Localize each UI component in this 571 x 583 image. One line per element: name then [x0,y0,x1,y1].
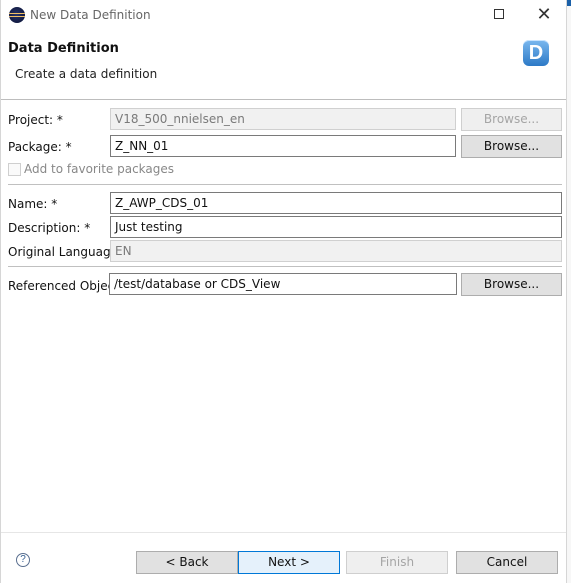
description-label: Description: * [8,221,91,235]
form-divider-top [8,184,562,185]
package-label: Package: * [8,140,72,154]
name-input[interactable]: Z_AWP_CDS_01 [110,192,562,214]
project-field: V18_500_nnielsen_en [110,108,456,130]
data-definition-icon: D [523,40,549,66]
background-window-accent [567,0,571,6]
header-divider [1,99,566,100]
help-icon[interactable]: ? [16,553,30,567]
finish-button: Finish [346,551,448,574]
checkbox-box [8,163,21,176]
package-input[interactable]: Z_NN_01 [110,135,456,157]
form-divider-bottom [8,266,562,267]
close-button[interactable]: ✕ [522,1,566,29]
maximize-icon [494,9,504,19]
original-language-label: Original Language: [8,245,123,259]
close-icon: ✕ [536,4,552,25]
name-label: Name: * [8,197,58,211]
favorite-packages-checkbox: Add to favorite packages [8,162,228,178]
cancel-button[interactable]: Cancel [456,551,558,574]
wizard-header: Data Definition Create a data definition… [1,30,566,99]
referenced-object-input[interactable]: /test/database or CDS_View [109,273,457,295]
window-titlebar: New Data Definition ✕ [1,0,566,30]
favorite-packages-label: Add to favorite packages [24,162,175,176]
maximize-button[interactable] [477,1,521,29]
minimize-button[interactable] [432,1,476,29]
footer-divider [1,532,566,533]
project-browse-button: Browse... [461,108,562,131]
back-button[interactable]: < Back [136,551,238,574]
new-data-definition-dialog: New Data Definition ✕ Data Definition Cr… [0,0,567,583]
original-language-field: EN [110,240,562,262]
next-button[interactable]: Next > [238,551,340,574]
page-title: Data Definition [8,41,119,56]
project-label: Project: * [8,113,63,127]
eclipse-icon [9,7,25,23]
page-description: Create a data definition [15,67,158,81]
referenced-object-browse-button[interactable]: Browse... [461,273,562,296]
referenced-object-label: Referenced Object: [8,279,123,293]
minimize-icon [449,14,459,15]
package-browse-button[interactable]: Browse... [461,135,562,158]
background-window-strip [567,0,571,583]
window-title: New Data Definition [30,8,151,22]
description-input[interactable]: Just testing [110,216,562,238]
